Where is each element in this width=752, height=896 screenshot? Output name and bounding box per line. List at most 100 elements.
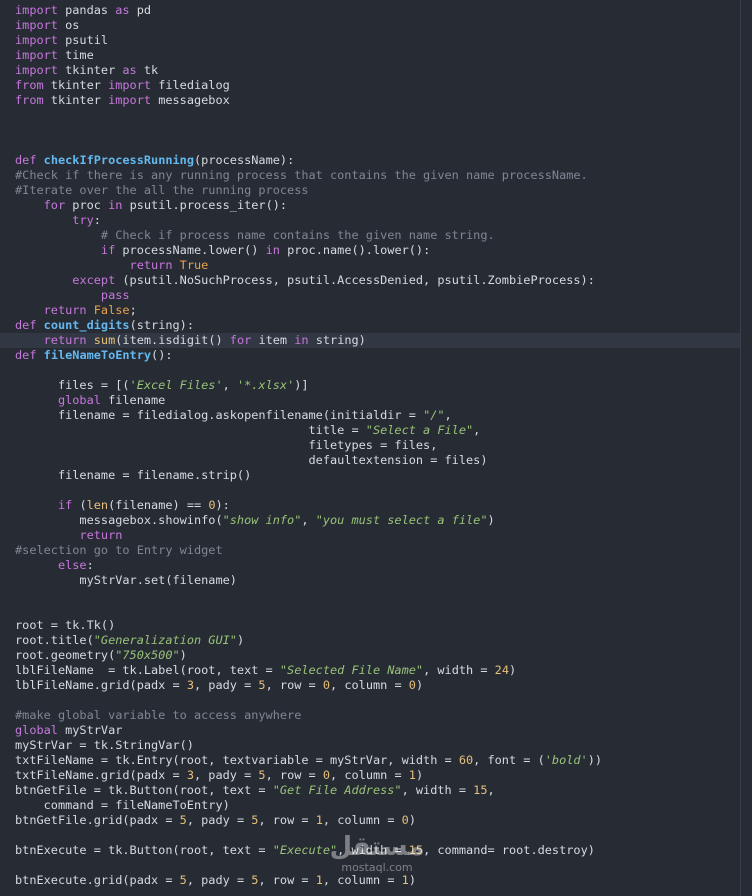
code-line[interactable]: def count_digits(string): [0, 318, 740, 333]
code-token: 0 [401, 813, 409, 827]
code-line[interactable]: root.title("Generalization GUI") [0, 633, 740, 648]
code-line[interactable]: filename = filename.strip() [0, 468, 740, 483]
code-token: checkIfProcessRunning [43, 153, 194, 167]
code-token: tkinter [57, 63, 123, 77]
code-token: except [72, 273, 116, 287]
code-line[interactable]: return sum(item.isdigit() for item in st… [0, 333, 740, 348]
code-token: myStrVar.set(filename) [15, 573, 237, 587]
code-line[interactable]: global myStrVar [0, 723, 740, 738]
code-line[interactable]: from tkinter import messagebox [0, 93, 740, 108]
code-line[interactable]: return False; [0, 303, 740, 318]
code-line[interactable]: try: [0, 213, 740, 228]
code-token: 5 [179, 873, 187, 887]
code-token: myStrVar [57, 723, 123, 737]
code-token: as [122, 63, 137, 77]
code-token: for [43, 198, 66, 212]
code-line[interactable]: #Iterate over the all the running proces… [0, 183, 740, 198]
code-line[interactable] [0, 483, 740, 498]
code-token: txtFileName = tk.Entry(root, textvariabl… [15, 753, 459, 767]
code-line[interactable]: messagebox.showinfo("show info", "you mu… [0, 513, 740, 528]
code-line[interactable]: title = "Select a File", [0, 423, 740, 438]
code-token: string) [308, 333, 366, 347]
code-token: , column = [322, 873, 402, 887]
code-token: command = fileNameToEntry) [15, 798, 230, 812]
code-line[interactable]: import time [0, 48, 740, 63]
code-line[interactable]: for proc in psutil.process_iter(): [0, 198, 740, 213]
code-line[interactable] [0, 123, 740, 138]
code-token: ): [215, 498, 230, 512]
code-line[interactable]: btnExecute.grid(padx = 5, pady = 5, row … [0, 873, 740, 888]
code-line[interactable]: lblFileName.grid(padx = 3, pady = 5, row… [0, 678, 740, 693]
code-line[interactable]: pass [0, 288, 740, 303]
code-token: , font = ( [473, 753, 545, 767]
code-line[interactable]: #selection go to Entry widget [0, 543, 740, 558]
code-line[interactable]: btnExecute = tk.Button(root, text = "Exe… [0, 843, 740, 858]
code-line[interactable]: import os [0, 18, 740, 33]
code-line[interactable] [0, 108, 740, 123]
code-token: "Generalization GUI" [93, 633, 237, 647]
code-line[interactable]: command = fileNameToEntry) [0, 798, 740, 813]
code-line[interactable]: global filename [0, 393, 740, 408]
code-token: , [487, 783, 495, 797]
code-line[interactable]: import tkinter as tk [0, 63, 740, 78]
code-token: btnGetFile = tk.Button(root, text = [15, 783, 273, 797]
code-line[interactable]: txtFileName = tk.Entry(root, textvariabl… [0, 753, 740, 768]
code-line[interactable]: filename = filedialog.askopenfilename(in… [0, 408, 740, 423]
code-token: 1 [408, 768, 416, 782]
code-line[interactable]: defaultextension = files) [0, 453, 740, 468]
code-token: '*.xlsx' [236, 378, 295, 392]
code-token: tk [136, 63, 159, 77]
code-line[interactable]: import psutil [0, 33, 740, 48]
code-line[interactable]: #Check if there is any running process t… [0, 168, 740, 183]
code-line[interactable]: return True [0, 258, 740, 273]
code-line[interactable]: files = [('Excel Files', '*.xlsx')] [0, 378, 740, 393]
code-token: import [15, 18, 58, 32]
code-line[interactable]: lblFileName = tk.Label(root, text = "Sel… [0, 663, 740, 678]
code-line[interactable]: else: [0, 558, 740, 573]
code-line[interactable] [0, 693, 740, 708]
code-token: ) [179, 648, 187, 662]
code-line[interactable]: btnGetFile.grid(padx = 5, pady = 5, row … [0, 813, 740, 828]
code-line[interactable]: except (psutil.NoSuchProcess, psutil.Acc… [0, 273, 740, 288]
code-line[interactable]: return [0, 528, 740, 543]
code-line[interactable] [0, 138, 740, 153]
code-line[interactable]: filetypes = files, [0, 438, 740, 453]
code-line[interactable]: root.geometry("750x500") [0, 648, 740, 663]
code-line[interactable]: if processName.lower() in proc.name().lo… [0, 243, 740, 258]
code-token: #Iterate over the all the running proces… [15, 183, 309, 197]
code-line[interactable]: #make global variable to access anywhere [0, 708, 740, 723]
code-token: filetypes = files, [15, 438, 438, 452]
code-token: messagebox [151, 93, 230, 107]
code-token: , pady = [186, 813, 252, 827]
code-token: import [15, 3, 58, 17]
code-line[interactable]: txtFileName.grid(padx = 3, pady = 5, row… [0, 768, 740, 783]
code-editor[interactable]: import pandas as pd import os import psuti… [0, 0, 752, 896]
code-line[interactable]: import pandas as pd [0, 3, 740, 18]
code-line[interactable]: def checkIfProcessRunning(processName): [0, 153, 740, 168]
code-line[interactable] [0, 363, 740, 378]
code-line[interactable] [0, 828, 740, 843]
code-line[interactable]: myStrVar = tk.StringVar() [0, 738, 740, 753]
code-token: 'bold' [544, 753, 588, 767]
code-line[interactable]: # Check if process name contains the giv… [0, 228, 740, 243]
code-line[interactable]: myStrVar.set(filename) [0, 573, 740, 588]
code-line[interactable]: from tkinter import filedialog [0, 78, 740, 93]
code-line[interactable]: def fileNameToEntry(): [0, 348, 740, 363]
code-line[interactable]: if (len(filename) == 0): [0, 498, 740, 513]
code-line[interactable] [0, 603, 740, 618]
code-token: from [15, 78, 44, 92]
vertical-scrollbar[interactable] [741, 0, 752, 896]
code-line[interactable]: root = tk.Tk() [0, 618, 740, 633]
code-line[interactable] [0, 858, 740, 873]
code-area[interactable]: import pandas as pd import os import psuti… [0, 3, 740, 888]
code-token: #Check if there is any running process t… [15, 168, 588, 182]
code-line[interactable] [0, 588, 740, 603]
code-token: return [129, 258, 173, 272]
code-token: , pady = [186, 873, 252, 887]
code-line[interactable]: btnGetFile = tk.Button(root, text = "Get… [0, 783, 740, 798]
